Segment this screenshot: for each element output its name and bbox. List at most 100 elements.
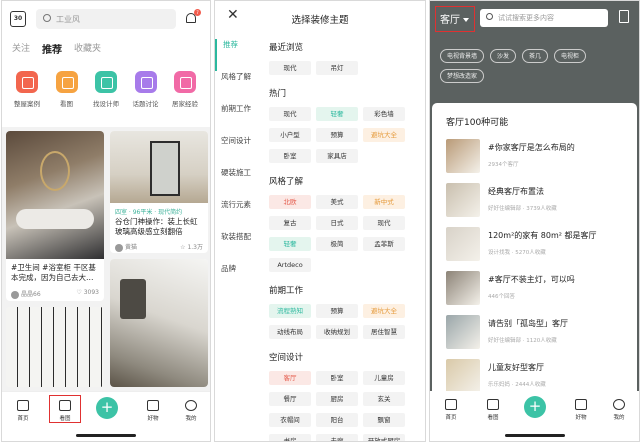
theme-chip[interactable]: 飘窗 bbox=[363, 413, 405, 427]
theme-chip[interactable]: 收纳规划 bbox=[316, 325, 358, 339]
pill-tv-cabinet[interactable]: 电视柜 bbox=[554, 49, 587, 63]
theme-chip[interactable]: 动线布局 bbox=[269, 325, 311, 339]
sidebar-item-decor[interactable]: 软装搭配 bbox=[215, 231, 261, 263]
nav-home[interactable]: 首页 bbox=[8, 400, 38, 422]
theme-chip[interactable]: 衣帽间 bbox=[269, 413, 311, 427]
theme-chip[interactable]: 预算 bbox=[316, 304, 358, 318]
feed-card[interactable] bbox=[6, 307, 104, 387]
feed-card[interactable]: #卫生间 #浴室柜 干区基本完成，因为自己去大… 晶晶66 ♡ 3093 bbox=[6, 131, 104, 301]
item-thumbnail bbox=[446, 359, 480, 393]
pill-tv-wall[interactable]: 电视背景墙 bbox=[440, 49, 485, 63]
list-item[interactable]: 120m²的家有 80m² 都是客厅 设计找我 · 5270人收藏 bbox=[446, 227, 629, 261]
feed-card[interactable] bbox=[110, 259, 208, 387]
nav-goods[interactable]: 好物 bbox=[566, 399, 596, 421]
list-item[interactable]: #你家客厅是怎么布局的 2934个客厅 bbox=[446, 139, 629, 173]
theme-chip[interactable]: 日式 bbox=[316, 216, 358, 230]
theme-chip[interactable]: 美式 bbox=[316, 195, 358, 209]
theme-chip[interactable]: 客厅 bbox=[269, 371, 311, 385]
category-photos[interactable]: 看图 bbox=[50, 71, 84, 108]
theme-chip[interactable]: 避坑大全 bbox=[363, 304, 405, 318]
theme-chip[interactable]: 避坑大全 bbox=[363, 128, 405, 142]
theme-chip[interactable]: 孟菲斯 bbox=[363, 237, 405, 251]
theme-chip[interactable]: 现代 bbox=[363, 216, 405, 230]
category-topics[interactable]: 话题讨论 bbox=[129, 71, 163, 108]
theme-chip[interactable]: 现代 bbox=[269, 107, 311, 121]
sidebar-item-space[interactable]: 空间设计 bbox=[215, 135, 261, 167]
theme-chip[interactable]: 居住智慧 bbox=[363, 325, 405, 339]
theme-chip[interactable]: 玄关 bbox=[363, 392, 405, 406]
list-item[interactable]: 请告别「孤岛型」客厅 好好住编辑部 · 1120人收藏 bbox=[446, 315, 629, 349]
theme-chip[interactable]: 轻奢 bbox=[269, 237, 311, 251]
pill-sofa[interactable]: 沙发 bbox=[490, 49, 517, 63]
theme-chip[interactable]: 阳台 bbox=[316, 413, 358, 427]
list-item[interactable]: 儿童友好型客厅 乐乐妈妈 · 2444人收藏 bbox=[446, 359, 629, 393]
bookmark-icon[interactable] bbox=[619, 10, 629, 23]
calendar-icon[interactable]: 30 bbox=[10, 11, 26, 27]
theme-chip[interactable]: 北欧 bbox=[269, 195, 311, 209]
room-header: 客厅 试试搜索更多内容 电视背景墙 沙发 茶几 电视柜 梦想改造家 bbox=[430, 1, 639, 99]
star-icon[interactable]: ☆ bbox=[180, 244, 185, 251]
feed-card[interactable]: 四室 · 96平米 · 现代简约 谷仓门神操作：装上长虹玻璃高级感立刻翻倍 黄猫… bbox=[110, 131, 208, 253]
theme-chip[interactable]: 现代 bbox=[269, 61, 311, 75]
search-input[interactable]: 试试搜索更多内容 bbox=[480, 9, 608, 27]
theme-picker-screen: ✕ 选择装修主题 推荐 风格了解 前期工作 空间设计 硬装施工 流行元素 软装搭… bbox=[214, 0, 426, 442]
item-meta: 设计找我 · 5270人收藏 bbox=[488, 250, 546, 256]
theme-chip[interactable]: 流程熟知 bbox=[269, 304, 311, 318]
theme-chip[interactable]: 小户型 bbox=[269, 128, 311, 142]
item-title: 儿童友好型客厅 bbox=[488, 363, 544, 372]
bell-icon[interactable]: 7 bbox=[184, 9, 201, 26]
pill-makeover[interactable]: 梦想改造家 bbox=[440, 69, 485, 83]
tab-follow[interactable]: 关注 bbox=[12, 41, 30, 56]
search-placeholder: 工业风 bbox=[56, 15, 80, 24]
home-icon bbox=[445, 399, 457, 410]
add-button[interactable]: + bbox=[96, 397, 118, 419]
theme-chip[interactable]: 儿童房 bbox=[363, 371, 405, 385]
home-icon bbox=[17, 400, 29, 411]
tag-pills: 电视背景墙 沙发 茶几 电视柜 梦想改造家 bbox=[440, 49, 629, 83]
theme-chip[interactable]: 走廊 bbox=[316, 434, 358, 441]
tab-favorites[interactable]: 收藏夹 bbox=[74, 41, 101, 56]
sidebar-item-recommend[interactable]: 推荐 bbox=[215, 39, 261, 71]
sidebar-item-construction[interactable]: 硬装施工 bbox=[215, 167, 261, 199]
theme-chip[interactable]: 家具店 bbox=[316, 149, 358, 163]
list-item[interactable]: #客厅不装主灯，可以吗 446个回答 bbox=[446, 271, 629, 305]
sidebar-item-brand[interactable]: 品牌 bbox=[215, 263, 261, 295]
nav-me[interactable]: 我的 bbox=[604, 399, 634, 421]
category-whole-house[interactable]: 整屋案例 bbox=[10, 71, 44, 108]
add-button[interactable]: + bbox=[524, 396, 546, 418]
pill-coffee-table[interactable]: 茶几 bbox=[522, 49, 549, 63]
theme-chip[interactable]: 彩色墙 bbox=[363, 107, 405, 121]
card-tag: 四室 · 96平米 · 现代简约 bbox=[115, 209, 183, 216]
nav-goods[interactable]: 好物 bbox=[138, 400, 168, 422]
theme-section: 前期工作 流程熟知 预算 避坑大全 动线布局 收纳规划 居住智慧 bbox=[269, 284, 419, 339]
theme-chip[interactable]: Artdeco bbox=[269, 258, 311, 272]
theme-chip[interactable]: 卧室 bbox=[269, 149, 311, 163]
theme-chip[interactable]: 吊灯 bbox=[316, 61, 358, 75]
avatar bbox=[11, 290, 19, 299]
category-designer[interactable]: 找设计师 bbox=[89, 71, 123, 108]
theme-chip[interactable]: 复古 bbox=[269, 216, 311, 230]
card-title: 谷仓门神操作：装上长虹玻璃高级感立刻翻倍 bbox=[115, 217, 198, 236]
tab-recommend[interactable]: 推荐 bbox=[42, 41, 62, 56]
theme-chip[interactable]: 厨房 bbox=[316, 392, 358, 406]
theme-chip[interactable]: 极简 bbox=[316, 237, 358, 251]
chip-group: 北欧 美式 新中式复古 日式 现代轻奢 极简 孟菲斯 Artdeco bbox=[269, 195, 419, 272]
search-input[interactable]: 工业风 bbox=[36, 9, 176, 29]
theme-chip[interactable]: 轻奢 bbox=[316, 107, 358, 121]
nav-home[interactable]: 首页 bbox=[436, 399, 466, 421]
theme-chip[interactable]: 新中式 bbox=[363, 195, 405, 209]
theme-chip[interactable]: 卧室 bbox=[316, 371, 358, 385]
category-tips[interactable]: 居家经验 bbox=[168, 71, 202, 108]
theme-chip[interactable]: 书房 bbox=[269, 434, 311, 441]
theme-chip[interactable]: 预算 bbox=[316, 128, 358, 142]
nav-me[interactable]: 我的 bbox=[176, 400, 206, 422]
heart-icon[interactable]: ♡ bbox=[76, 289, 81, 296]
theme-chip[interactable]: 餐厅 bbox=[269, 392, 311, 406]
sidebar-item-trends[interactable]: 流行元素 bbox=[215, 199, 261, 231]
sidebar-item-prework[interactable]: 前期工作 bbox=[215, 103, 261, 135]
list-item[interactable]: 经典客厅布置法 好好住编辑部 · 3739人收藏 bbox=[446, 183, 629, 217]
nav-photos[interactable]: 看图 bbox=[478, 399, 508, 421]
sidebar-item-style[interactable]: 风格了解 bbox=[215, 71, 261, 103]
item-thumbnail bbox=[446, 183, 480, 217]
theme-chip[interactable]: 开放式厨房 bbox=[363, 434, 405, 441]
